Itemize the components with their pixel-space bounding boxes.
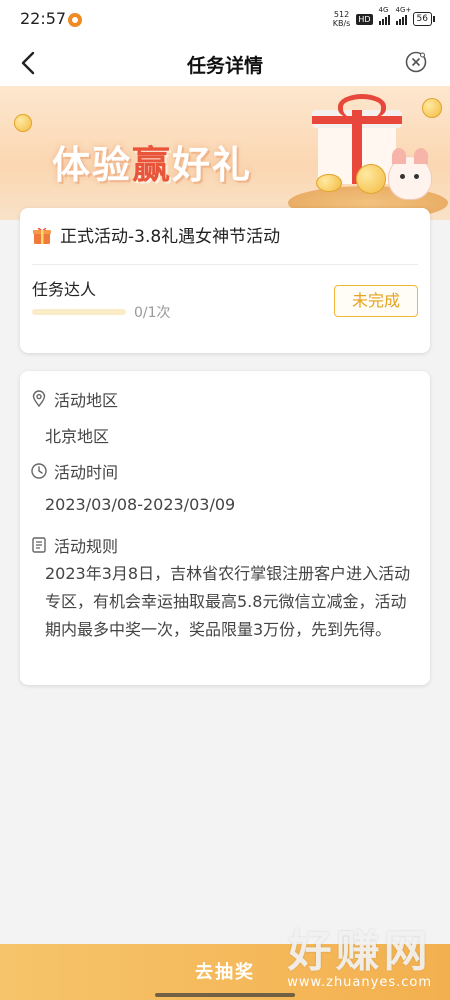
time-label-row: 活动时间 [30, 459, 118, 483]
document-icon [32, 537, 46, 553]
location-pin-icon [32, 390, 46, 408]
time-label: 活动时间 [54, 463, 119, 482]
network-speed: 512 KB/s [333, 10, 351, 28]
divider [32, 264, 418, 265]
task-status-button[interactable]: 未完成 [334, 285, 418, 317]
status-indicators: 512 KB/s HD 4G 4G+ 56 [333, 6, 436, 28]
close-circle-icon [405, 51, 427, 73]
watermark: 好赚网 www.zhuanyes.com [287, 915, 432, 990]
mascot-graphic [388, 148, 432, 200]
promo-banner: 体验赢好礼 [0, 86, 450, 220]
coin-stack-icon [356, 164, 386, 194]
signal-icon: 4G [378, 6, 390, 25]
sim1-label: 4G [378, 6, 389, 14]
network-speed-unit: KB/s [332, 19, 351, 28]
coin-icon [316, 174, 342, 192]
banner-title: 体验赢好礼 [52, 134, 252, 189]
status-bar: 22:57 512 KB/s HD 4G 4G+ 56 [0, 0, 450, 40]
task-name: 任务达人 [32, 280, 97, 299]
banner-title-highlight: 赢 [132, 143, 173, 187]
progress-bar [32, 309, 126, 315]
home-indicator[interactable] [155, 993, 295, 997]
banner-title-part2: 好礼 [172, 143, 253, 187]
rules-label-row: 活动规则 [30, 533, 118, 557]
hd-icon: HD [356, 13, 373, 25]
network-speed-value: 512 [333, 10, 350, 19]
rules-label: 活动规则 [54, 537, 119, 556]
coin-icon [422, 98, 442, 118]
page-title: 任务详情 [186, 55, 263, 77]
battery-icon: 56 [412, 12, 436, 26]
sim2-label: 4G+ [395, 6, 412, 14]
coin-icon [14, 114, 32, 132]
task-title: 正式活动-3.8礼遇女神节活动 [60, 227, 281, 247]
nav-bar: 任务详情 [0, 40, 450, 86]
signal-icon-2: 4G+ [395, 6, 411, 25]
activity-info-card: 活动地区 北京地区 活动时间 2023/03/08-2023/03/09 活动规… [20, 371, 430, 685]
bottom-action-bar: 去抽奖 好赚网 www.zhuanyes.com [0, 926, 450, 1000]
close-button[interactable] [404, 50, 428, 74]
region-label-row: 活动地区 [30, 387, 118, 411]
rules-text: 2023年3月8日，吉林省农行掌银注册客户进入活动专区，有机会幸运抽取最高5.8… [45, 564, 411, 639]
progress-text: 0/1次 [134, 305, 171, 321]
weibo-notification-icon [68, 13, 82, 27]
region-value: 北京地区 [45, 427, 110, 446]
gift-icon [33, 227, 51, 244]
time-value: 2023/03/08-2023/03/09 [45, 495, 236, 514]
clock-icon [31, 463, 47, 479]
banner-title-part1: 体验 [52, 143, 133, 187]
task-card: 正式活动-3.8礼遇女神节活动 任务达人 0/1次 未完成 [20, 208, 430, 353]
region-label: 活动地区 [54, 391, 119, 410]
task-title-row: 正式活动-3.8礼遇女神节活动 [32, 222, 280, 247]
status-time: 22:57 [20, 9, 67, 28]
watermark-logo-text: 好赚网 [287, 926, 432, 977]
